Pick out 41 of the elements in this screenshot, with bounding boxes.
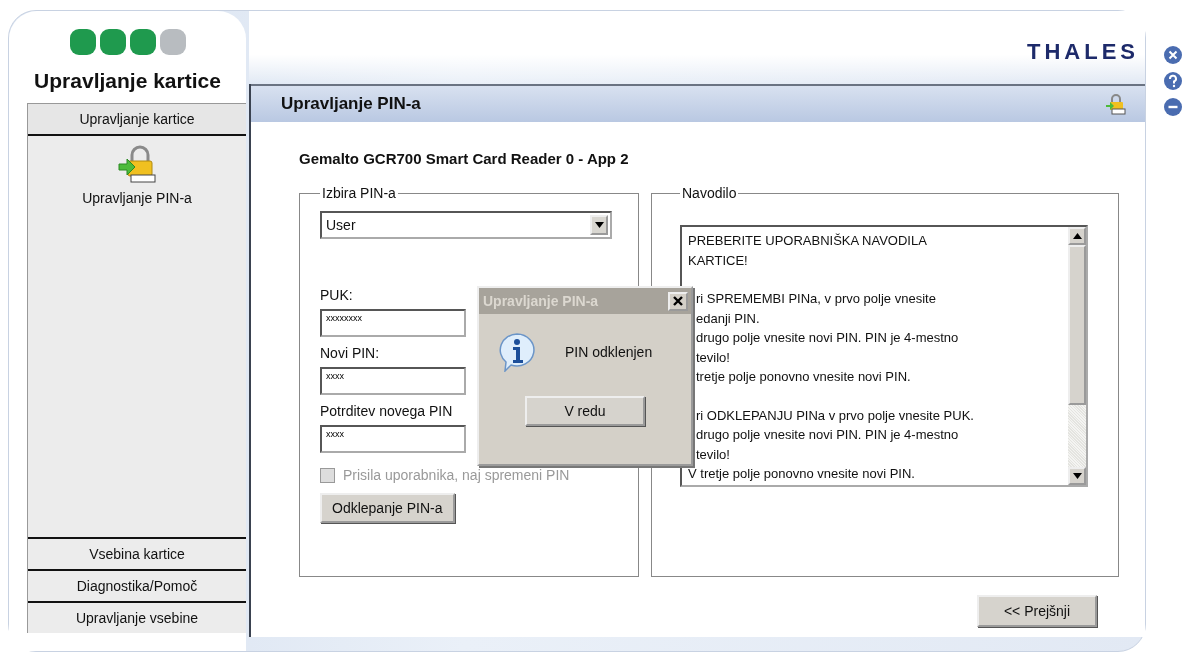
field-label: Novi PIN: [320,345,380,361]
pin-input[interactable]: xxxx [320,367,466,395]
close-icon[interactable] [668,291,688,311]
scroll-up-icon[interactable] [1072,233,1082,239]
pin-input[interactable]: xxxx [320,425,466,453]
dialog-message: PIN odklenjen [565,344,653,360]
instruction-line: edanji PIN. [695,309,761,328]
instruction-line: ri SPREMEMBI PINa, v prvo polje vnesite [695,290,937,308]
panel-title: Upravljanje PIN-a [281,94,421,114]
scrollbar[interactable] [1068,227,1086,485]
instruction-line: PREBERITE UPORABNIŠKA NAVODILA [688,232,928,250]
field-label: Potrditev novega PIN [320,403,453,419]
instruction-line: drugo polje vnesite novi PIN. PIN je 4-mestno [695,426,960,444]
pin-input[interactable]: xxxxxxxx [320,309,466,337]
scroll-down-icon[interactable] [1072,473,1082,479]
group-legend: Izbira PIN-a [320,185,398,201]
pin-type-dropdown[interactable]: User [320,211,612,239]
instruction-line: tretje polje ponovno vnesite novi PIN. [695,368,912,386]
instruction-line: ri ODKLEPANJU PINa v prvo polje vnesite PUK. [695,406,975,425]
minimize-icon[interactable] [1163,97,1183,117]
instruction-line: tevilo! [695,445,731,464]
instruction-line: KARTICE! [688,251,749,270]
instruction-line: tevilo! [695,348,731,367]
checkbox-label: Prisila uporabnika, naj spremeni PIN [343,467,570,483]
ok-button[interactable]: V redu [525,396,645,426]
back-button[interactable]: << Prejšnji [977,595,1097,627]
nav-section-header[interactable]: Upravljanje kartice [28,103,246,136]
device-title: Gemalto GCR700 Smart Card Reader 0 - App 2 [299,150,630,167]
lock-arrow-icon[interactable] [117,144,157,184]
app-title: Upravljanje kartice [34,69,221,93]
unlock-button[interactable]: Odklepanje PIN-a [320,493,455,523]
brand-logo: THALES [1027,39,1139,65]
info-icon [497,332,537,372]
instruction-line: V tretje polje ponovno vnesite novi PIN. [688,465,916,483]
group-legend: Navodilo [680,185,739,201]
lock-icon [1105,93,1127,115]
field-label: PUK: [320,287,353,303]
nav-item-label[interactable]: Upravljanje PIN-a [82,190,192,206]
scroll-thumb[interactable] [1068,245,1086,405]
instruction-line: drugo polje vnesite novi PIN. PIN je 4-mestno [695,329,960,347]
help-icon[interactable] [1163,71,1183,91]
